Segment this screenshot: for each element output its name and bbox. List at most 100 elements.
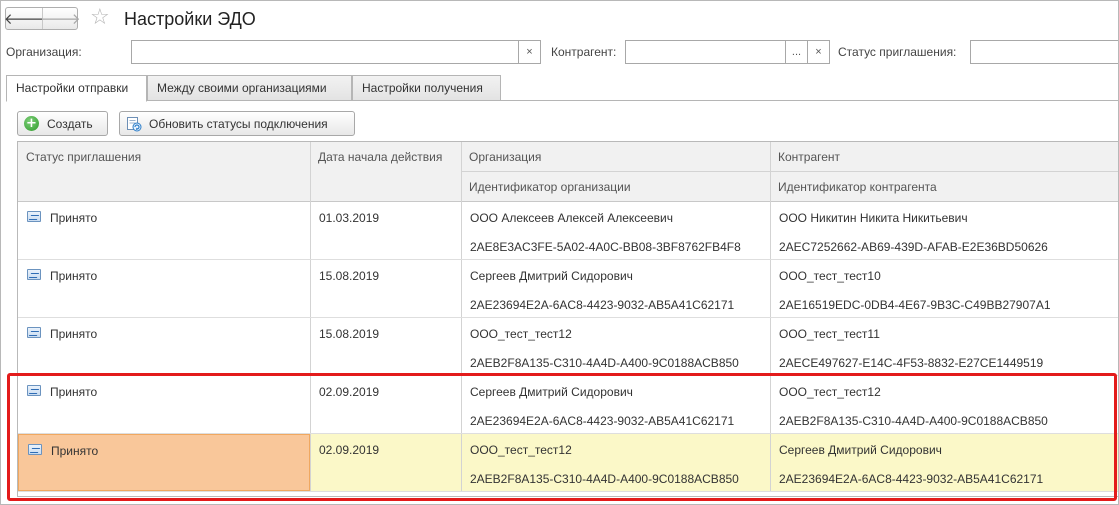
header-counterparty[interactable]: Контрагент [770, 150, 840, 164]
counterparty-id-cell: 2AE23694E2A-6AC8-4423-9032-AB5A41C62171 [779, 472, 1044, 486]
counterparty-clear-button[interactable]: × [808, 40, 830, 64]
header-divider [310, 142, 311, 202]
counterparty-cell: ООО Никитин Никита Никитьевич [779, 211, 968, 225]
ellipsis-icon: ... [791, 46, 802, 58]
navigation-buttons: 🡐 🡒 [3, 7, 81, 30]
organization-id-cell: 2AE23694E2A-6AC8-4423-9032-AB5A41C62171 [470, 298, 735, 312]
header-counterparty-id[interactable]: Идентификатор контрагента [770, 180, 937, 194]
column-divider [461, 202, 462, 259]
organization-cell: Сергеев Дмитрий Сидорович [470, 385, 633, 399]
table-row[interactable]: Принято 15.08.2019 ООО_тест_тест12 2AEB2… [18, 318, 1118, 376]
back-button[interactable]: 🡐 [3, 8, 45, 29]
column-divider [770, 376, 771, 433]
column-divider [770, 434, 771, 491]
create-button[interactable]: + Создать [17, 111, 108, 136]
edo-settings-window: 🡐 🡒 ☆ Настройки ЭДО Организация: × Контр… [0, 0, 1119, 505]
counterparty-cell: ООО_тест_тест11 [779, 327, 880, 341]
date-cell: 15.08.2019 [319, 327, 380, 341]
table-header: Статус приглашения Дата начала действия … [18, 142, 1118, 202]
header-status[interactable]: Статус приглашения [18, 150, 141, 164]
page-title: Настройки ЭДО [124, 9, 256, 29]
clear-icon: × [815, 46, 822, 58]
column-divider [310, 260, 311, 317]
organization-cell: Сергеев Дмитрий Сидорович [470, 269, 633, 283]
column-divider [310, 202, 311, 259]
header-subdivider [461, 171, 1118, 172]
forward-button[interactable]: 🡒 [40, 8, 81, 29]
counterparty-id-cell: 2AE16519EDC-0DB4-4E67-9B3C-C49BB27907A1 [779, 298, 1051, 312]
invitation-status-icon [27, 327, 41, 338]
counterparty-cell: Сергеев Дмитрий Сидорович [779, 443, 942, 457]
refresh-statuses-button[interactable]: Обновить статусы подключения [119, 111, 355, 136]
clear-icon: × [526, 46, 533, 58]
status-text: Принято [50, 327, 98, 341]
date-cell: 02.09.2019 [319, 443, 380, 457]
status-filter-input[interactable] [970, 40, 1118, 64]
date-cell: 02.09.2019 [319, 385, 380, 399]
column-divider [770, 260, 771, 317]
header-organization[interactable]: Организация [461, 150, 541, 164]
date-cell: 15.08.2019 [319, 269, 380, 283]
table-row[interactable]: Принято 01.03.2019 ООО Алексеев Алексей … [18, 202, 1118, 260]
counterparty-id-cell: 2AEC7252662-AB69-439D-AFAB-E2E36BD50626 [779, 240, 1048, 254]
tab-divider [147, 100, 1118, 101]
table-row[interactable]: Принято 15.08.2019 Сергеев Дмитрий Сидор… [18, 260, 1118, 318]
create-button-label: Создать [47, 116, 93, 131]
status-cell[interactable]: Принято [18, 202, 310, 259]
date-cell: 01.03.2019 [319, 211, 380, 225]
title-bar: 🡐 🡒 ☆ Настройки ЭДО [1, 1, 1118, 37]
add-icon: + [24, 116, 39, 131]
column-divider [770, 202, 771, 259]
invitation-status-icon [27, 211, 41, 222]
invitation-status-icon [28, 444, 42, 455]
header-date[interactable]: Дата начала действия [310, 150, 442, 164]
organization-filter-input[interactable] [131, 40, 519, 64]
status-filter-label: Статус приглашения: [838, 45, 957, 59]
organization-filter-label: Организация: [6, 45, 82, 59]
status-cell[interactable]: Принято [18, 260, 310, 317]
tab-between-own-orgs[interactable]: Между своими организациями [147, 75, 352, 101]
organization-id-cell: 2AEB2F8A135-C310-4A4D-A400-9C0188ACB850 [470, 472, 739, 486]
refresh-document-icon [127, 116, 142, 131]
organization-cell: ООО_тест_тест12 [470, 443, 572, 457]
column-divider [461, 376, 462, 433]
table-row[interactable]: Принято 02.09.2019 Сергеев Дмитрий Сидор… [18, 376, 1118, 434]
organization-id-cell: 2AE23694E2A-6AC8-4423-9032-AB5A41C62171 [470, 414, 735, 428]
status-cell[interactable]: Принято [18, 376, 310, 433]
invitation-status-icon [27, 385, 41, 396]
status-text: Принято [50, 269, 98, 283]
arrow-right-icon: 🡒 [40, 10, 81, 28]
settings-table[interactable]: Статус приглашения Дата начала действия … [17, 141, 1118, 497]
column-divider [310, 376, 311, 433]
column-divider [461, 318, 462, 375]
organization-clear-button[interactable]: × [519, 40, 541, 64]
column-divider [461, 434, 462, 491]
invitation-status-icon [27, 269, 41, 280]
arrow-left-icon: 🡐 [3, 10, 45, 28]
status-text: Принято [50, 385, 98, 399]
status-text: Принято [51, 444, 99, 458]
table-row[interactable]: Принято 02.09.2019 ООО_тест_тест12 2AEB2… [18, 434, 1118, 492]
tab-send-settings[interactable]: Настройки отправки [6, 75, 147, 102]
counterparty-cell: ООО_тест_тест12 [779, 385, 881, 399]
header-organization-id[interactable]: Идентификатор организации [461, 180, 631, 194]
organization-cell: ООО Алексеев Алексей Алексеевич [470, 211, 673, 225]
column-divider [310, 318, 311, 375]
status-text: Принято [50, 211, 98, 225]
counterparty-id-cell: 2AEB2F8A135-C310-4A4D-A400-9C0188ACB850 [779, 414, 1048, 428]
counterparty-id-cell: 2AECE497627-E14C-4F53-8832-E27CE1449519 [779, 356, 1044, 370]
column-divider [770, 318, 771, 375]
organization-id-cell: 2AEB2F8A135-C310-4A4D-A400-9C0188ACB850 [470, 356, 739, 370]
counterparty-filter-label: Контрагент: [551, 45, 617, 59]
refresh-statuses-label: Обновить статусы подключения [149, 116, 328, 131]
counterparty-filter-input[interactable] [625, 40, 786, 64]
column-divider [461, 260, 462, 317]
column-divider [310, 434, 311, 491]
counterparty-cell: ООО_тест_тест10 [779, 269, 881, 283]
status-cell[interactable]: Принято [18, 318, 310, 375]
status-cell[interactable]: Принято [18, 434, 310, 491]
tab-receive-settings[interactable]: Настройки получения [352, 75, 501, 101]
filter-row: Организация: × Контрагент: ... × Статус … [1, 39, 1118, 65]
counterparty-choose-button[interactable]: ... [786, 40, 808, 64]
favorite-star-icon[interactable]: ☆ [90, 6, 110, 30]
